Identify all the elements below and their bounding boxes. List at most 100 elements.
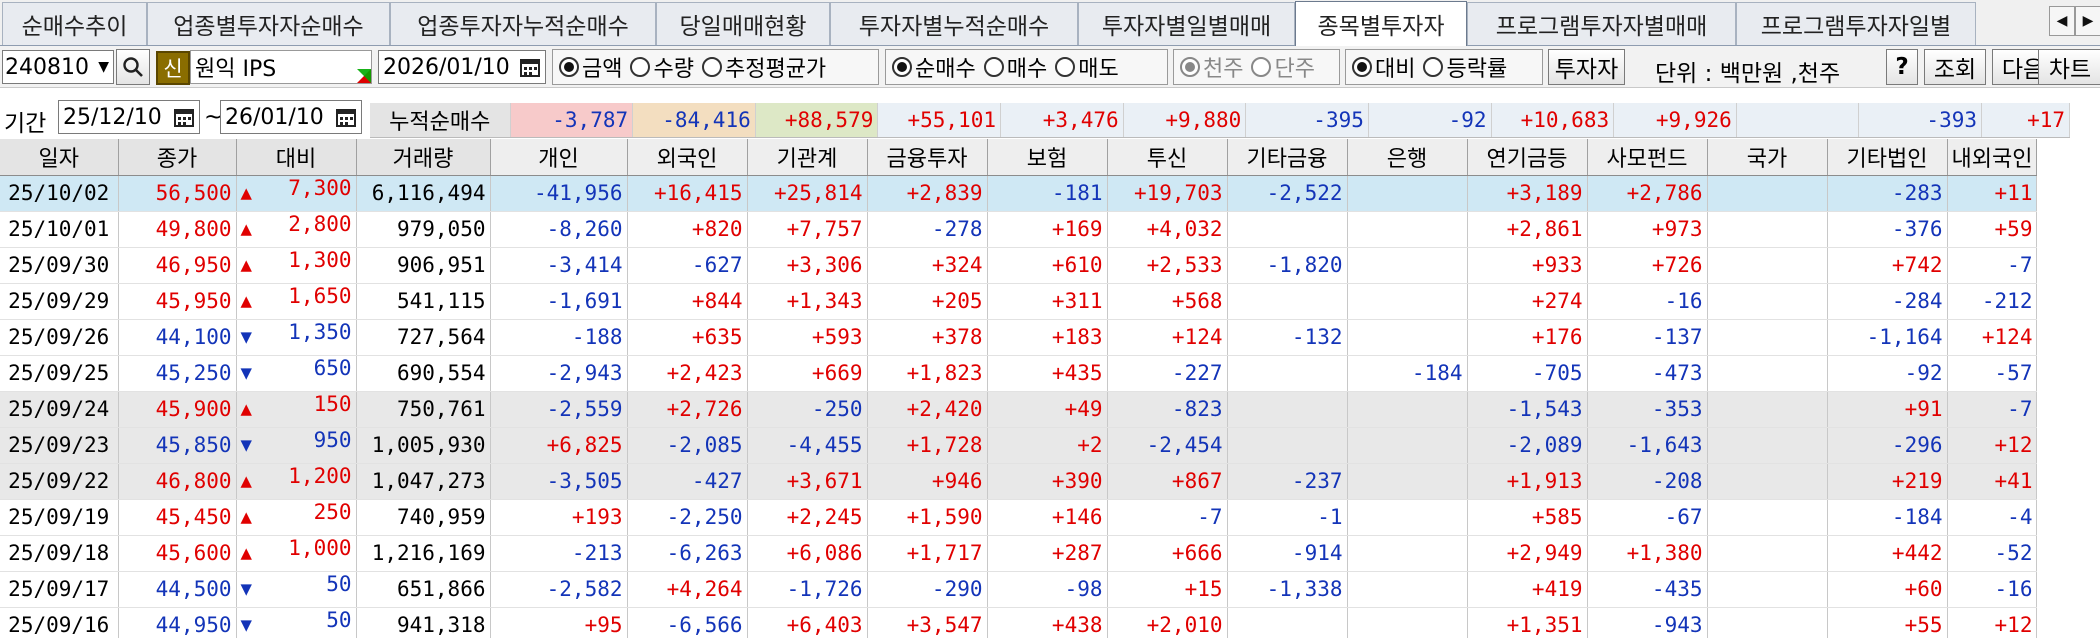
dropdown-arrow-icon[interactable]: ▼ (98, 51, 109, 83)
row-other-corp: +91 (1827, 391, 1948, 428)
col-close-header[interactable]: 종가 (118, 139, 237, 176)
row-institution: -1,726 (747, 571, 868, 608)
row-private-fund: -943 (1587, 607, 1708, 638)
tab-sector-investor-cumulative[interactable]: 업종투자자누적순매수 (390, 2, 656, 45)
col-individual-header[interactable]: 개인 (490, 139, 628, 176)
sum-pension: +10,683 (1491, 103, 1615, 138)
period-from-input[interactable]: 25/12/10 (58, 100, 200, 134)
col-institution-header[interactable]: 기관계 (747, 139, 868, 176)
row-government (1707, 499, 1828, 536)
row-close: 46,800 (118, 463, 237, 500)
tab-program-investor[interactable]: 프로그램투자자별매매 (1467, 2, 1736, 45)
calendar-icon[interactable] (333, 103, 359, 131)
radio-change-rate[interactable]: 등락률 (1423, 51, 1507, 83)
col-volume-header[interactable]: 거래량 (356, 139, 491, 176)
table-row[interactable]: 25/09/25 45,250 ▼ 650 690,554 -2,943 +2,423 +66… (0, 355, 2038, 392)
row-insurance: +390 (987, 463, 1108, 500)
sum-investment-trust: +9,880 (1123, 103, 1247, 138)
radio-quantity[interactable]: 수량 (630, 51, 694, 83)
col-pension-header[interactable]: 연기금등 (1467, 139, 1588, 176)
chart-button[interactable]: 차트 (2038, 49, 2100, 85)
row-close: 45,950 (118, 283, 237, 320)
col-investment-trust-header[interactable]: 투신 (1107, 139, 1228, 176)
col-insurance-header[interactable]: 보험 (987, 139, 1108, 176)
stock-code-input[interactable]: 240810 ▼ (2, 50, 114, 84)
row-foreign: +844 (627, 283, 748, 320)
radio-net-buy[interactable]: 순매수 (892, 51, 976, 83)
col-change-header[interactable]: 대비 (236, 139, 357, 176)
table-row[interactable]: 25/09/19 45,450 ▲ 250 740,959 +193 -2,250 +2,24… (0, 499, 2038, 536)
period-to-input[interactable]: 26/01/10 (220, 100, 362, 134)
row-other-finance (1227, 607, 1348, 638)
row-investment-trust: +568 (1107, 283, 1228, 320)
table-row[interactable]: 25/09/30 46,950 ▲ 1,300 906,951 -3,414 -627 +3,… (0, 247, 2038, 284)
radio-buy-label: 매수 (1006, 57, 1048, 82)
sum-other-corp: -393 (1858, 103, 1982, 138)
table-row[interactable]: 25/10/01 49,800 ▲ 2,800 979,050 -8,260 +820 +7,… (0, 211, 2038, 248)
tab-scroll-right-icon[interactable]: ▶ (2075, 6, 2100, 36)
table-row[interactable]: 25/09/29 45,950 ▲ 1,650 541,115 -1,691 +844 +1,… (0, 283, 2038, 320)
date-input[interactable]: 2026/01/10 (378, 50, 546, 84)
table-row[interactable]: 25/09/24 45,900 ▲ 150 750,761 -2,559 +2,726 -25… (0, 391, 2038, 428)
tab-scroll-left-icon[interactable]: ◀ (2049, 6, 2075, 36)
table-row[interactable]: 25/09/16 44,950 ▼ 50 941,318 +95 -6,566 +6,403 +… (0, 607, 2038, 638)
up-triangle-icon: ▲ (240, 254, 252, 276)
row-other-corp: +442 (1827, 535, 1948, 572)
radio-estimated-avg-price[interactable]: 추정평균가 (701, 51, 826, 83)
col-financial-investment-header[interactable]: 금융투자 (867, 139, 988, 176)
row-other-finance: -1 (1227, 499, 1348, 536)
tab-net-buy-trend[interactable]: 순매수추이 (2, 2, 147, 45)
table-row[interactable]: 25/09/26 44,100 ▼ 1,350 727,564 -188 +635 +593 +… (0, 319, 2038, 356)
col-other-finance-header[interactable]: 기타금융 (1227, 139, 1348, 176)
table-header-row: 일자 종가 대비 거래량 개인 외국인 기관계 금융투자 보험 투신 기타금융 은행 연기금등 사모펀드 국… (0, 139, 2038, 176)
row-date: 25/09/22 (0, 463, 119, 500)
col-private-fund-header[interactable]: 사모펀드 (1587, 139, 1708, 176)
col-domestic-foreigner-header[interactable]: 내외국인 (1947, 139, 2038, 176)
search-icon[interactable] (116, 49, 150, 85)
radio-change[interactable]: 대비 (1352, 51, 1415, 83)
tab-investor-cumulative[interactable]: 투자자별누적순매수 (830, 2, 1078, 45)
row-foreign: -6,566 (627, 607, 748, 638)
tab-investor-daily[interactable]: 투자자별일별매매 (1078, 2, 1295, 45)
radio-thousand-shares[interactable]: 천주 (1180, 51, 1243, 83)
calendar-icon[interactable] (517, 53, 543, 81)
row-insurance: +49 (987, 391, 1108, 428)
row-domestic-foreigner: -212 (1947, 283, 2038, 320)
radio-amount[interactable]: 금액 (559, 51, 622, 83)
tab-program-daily[interactable]: 프로그램투자자일별 (1736, 2, 1976, 45)
col-bank-header[interactable]: 은행 (1347, 139, 1468, 176)
row-individual: -188 (490, 319, 628, 356)
up-triangle-icon: ▲ (240, 542, 252, 564)
table-row[interactable]: 25/10/02 56,500 ▲ 7,300 6,116,494 -41,956 +16,… (0, 175, 2038, 212)
radio-single-shares[interactable]: 단주 (1251, 51, 1315, 83)
col-foreign-header[interactable]: 외국인 (627, 139, 748, 176)
tab-stock-investor[interactable]: 종목별투자자 (1295, 1, 1467, 46)
row-change: ▲ 250 (236, 499, 357, 536)
investor-button[interactable]: 투자자 (1548, 49, 1625, 85)
row-date: 25/09/29 (0, 283, 119, 320)
calendar-icon[interactable] (171, 103, 197, 131)
row-financial-investment: +1,728 (867, 427, 988, 464)
radio-buy[interactable]: 매수 (983, 51, 1048, 83)
table-row[interactable]: 25/09/18 45,600 ▲ 1,000 1,216,169 -213 -6,263 +… (0, 535, 2038, 572)
row-volume: 979,050 (356, 211, 491, 248)
row-insurance: +438 (987, 607, 1108, 638)
table-row[interactable]: 25/09/22 46,800 ▲ 1,200 1,047,273 -3,505 -427 +… (0, 463, 2038, 500)
radio-sell[interactable]: 매도 (1055, 51, 1119, 83)
down-triangle-icon: ▼ (240, 434, 252, 456)
table-row[interactable]: 25/09/17 44,500 ▼ 50 651,866 -2,582 +4,264 -1,7… (0, 571, 2038, 608)
radio-sell-dot (1055, 57, 1076, 77)
help-button[interactable]: ? (1886, 49, 1918, 85)
row-bank (1347, 175, 1468, 212)
search-button[interactable]: 조회 (1924, 49, 1986, 85)
col-other-corp-header[interactable]: 기타법인 (1827, 139, 1948, 176)
radio-quantity-dot (630, 57, 651, 77)
row-financial-investment: +3,547 (867, 607, 988, 638)
row-investment-trust: +15 (1107, 571, 1228, 608)
col-government-header[interactable]: 국가 (1707, 139, 1828, 176)
radio-estimated-avg-price-dot (701, 57, 722, 77)
col-date-header[interactable]: 일자 (0, 139, 119, 176)
table-row[interactable]: 25/09/23 45,850 ▼ 950 1,005,930 +6,825 -2,085-… (0, 427, 2038, 464)
tab-daily-trading[interactable]: 당일매매현황 (656, 2, 830, 45)
tab-sector-investor-net-buy[interactable]: 업종별투자자순매수 (147, 2, 390, 45)
